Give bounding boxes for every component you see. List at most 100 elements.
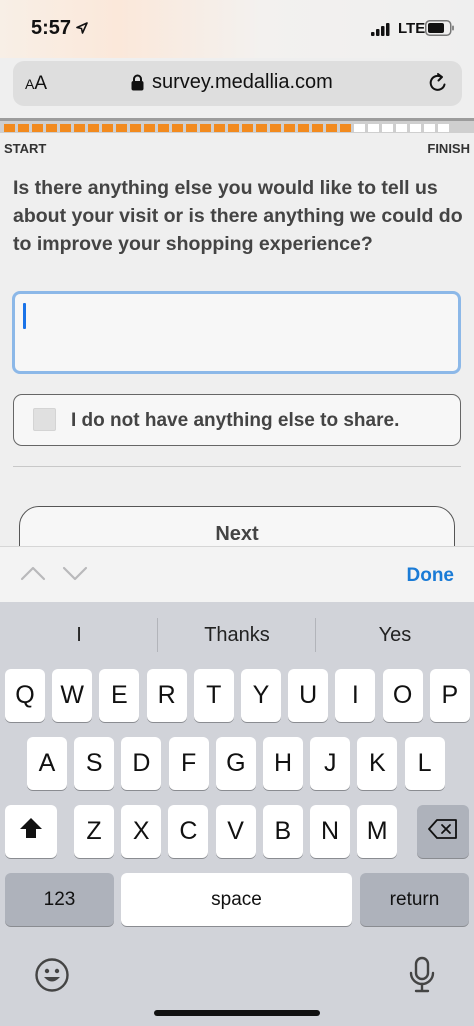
key-a[interactable]: A bbox=[27, 737, 67, 790]
progress-segment-complete bbox=[284, 124, 295, 132]
done-button[interactable]: Done bbox=[407, 565, 455, 587]
key-d[interactable]: D bbox=[121, 737, 162, 790]
key-t[interactable]: T bbox=[193, 669, 234, 722]
progress-segment-complete bbox=[200, 124, 211, 132]
address-bar[interactable]: A A survey.medallia.com bbox=[13, 61, 462, 106]
key-n[interactable]: N bbox=[310, 805, 350, 858]
backspace-key[interactable] bbox=[417, 805, 469, 858]
location-arrow-icon bbox=[76, 21, 88, 39]
progress-segment-complete bbox=[116, 124, 127, 132]
progress-segment-complete bbox=[340, 124, 351, 132]
progress-start-label: START bbox=[4, 141, 47, 156]
keyboard: I Thanks Yes 123 space return Q W E R T … bbox=[0, 602, 474, 1026]
key-b[interactable]: B bbox=[262, 805, 303, 858]
key-f[interactable]: F bbox=[168, 737, 209, 790]
key-g[interactable]: G bbox=[215, 737, 256, 790]
opt-out-checkbox[interactable] bbox=[33, 408, 56, 431]
numbers-key[interactable]: 123 bbox=[5, 873, 114, 926]
progress-segment-remaining bbox=[396, 124, 407, 132]
shift-icon bbox=[19, 817, 43, 846]
home-indicator bbox=[154, 1010, 320, 1016]
progress-segment-remaining bbox=[382, 124, 393, 132]
key-v[interactable]: V bbox=[215, 805, 256, 858]
microphone-icon[interactable] bbox=[408, 956, 436, 999]
battery-icon bbox=[425, 20, 455, 41]
key-p[interactable]: P bbox=[429, 669, 470, 722]
key-x[interactable]: X bbox=[121, 805, 162, 858]
key-q[interactable]: Q bbox=[5, 669, 45, 722]
progress-segment-complete bbox=[46, 124, 57, 132]
progress-segment-remaining bbox=[368, 124, 379, 132]
emoji-icon[interactable] bbox=[34, 957, 70, 998]
signal-icon bbox=[371, 23, 391, 41]
progress-finish-label: FINISH bbox=[427, 141, 470, 156]
keyboard-accessory-bar: Done bbox=[0, 546, 474, 602]
opt-out-option[interactable]: I do not have anything else to share. bbox=[13, 394, 461, 446]
progress-segment-complete bbox=[172, 124, 183, 132]
key-c[interactable]: C bbox=[168, 805, 209, 858]
progress-segment-complete bbox=[18, 124, 29, 132]
progress-segment-complete bbox=[158, 124, 169, 132]
key-w[interactable]: W bbox=[52, 669, 93, 722]
progress-segment-complete bbox=[144, 124, 155, 132]
progress-segment-complete bbox=[312, 124, 323, 132]
key-e[interactable]: E bbox=[99, 669, 140, 722]
backspace-icon bbox=[428, 817, 458, 846]
opt-out-label: I do not have anything else to share. bbox=[71, 410, 400, 431]
return-key[interactable]: return bbox=[360, 873, 469, 926]
key-u[interactable]: U bbox=[288, 669, 329, 722]
suggestion-item[interactable]: Yes bbox=[316, 624, 474, 647]
progress-segment-complete bbox=[74, 124, 85, 132]
progress-segment-complete bbox=[88, 124, 99, 132]
progress-segment-remaining bbox=[354, 124, 365, 132]
status-bar: 5:57 LTE bbox=[0, 0, 474, 58]
url-text[interactable]: survey.medallia.com bbox=[152, 71, 333, 94]
network-type: LTE bbox=[398, 20, 426, 37]
progress-segment-complete bbox=[256, 124, 267, 132]
progress-segment-remaining bbox=[410, 124, 421, 132]
lock-icon bbox=[131, 74, 144, 96]
text-cursor bbox=[23, 303, 26, 329]
key-z[interactable]: Z bbox=[74, 805, 114, 858]
text-size-button[interactable]: A A bbox=[25, 61, 65, 106]
suggestion-item[interactable]: Thanks bbox=[158, 624, 316, 647]
progress-segment-complete bbox=[130, 124, 141, 132]
progress-segment-remaining bbox=[438, 124, 449, 132]
progress-segment-complete bbox=[298, 124, 309, 132]
survey-question: Is there anything else you would like to… bbox=[13, 177, 463, 255]
progress-segment-complete bbox=[270, 124, 281, 132]
status-time: 5:57 bbox=[31, 17, 72, 39]
answer-textarea[interactable] bbox=[12, 291, 461, 374]
text-size-large-label: A bbox=[34, 73, 48, 94]
progress-segment-remaining bbox=[424, 124, 435, 132]
space-key[interactable]: space bbox=[121, 873, 352, 926]
shift-key[interactable] bbox=[5, 805, 57, 858]
reload-icon[interactable] bbox=[427, 72, 449, 99]
key-i[interactable]: I bbox=[335, 669, 376, 722]
key-r[interactable]: R bbox=[146, 669, 187, 722]
chevron-down-icon[interactable] bbox=[62, 565, 88, 586]
progress-segment-complete bbox=[214, 124, 225, 132]
key-k[interactable]: K bbox=[357, 737, 398, 790]
text-size-small-label: A bbox=[25, 76, 35, 92]
key-h[interactable]: H bbox=[263, 737, 303, 790]
progress-segment-complete bbox=[32, 124, 43, 132]
progress-segment-complete bbox=[326, 124, 337, 132]
key-o[interactable]: O bbox=[382, 669, 423, 722]
progress-segment-complete bbox=[242, 124, 253, 132]
survey-progress-bar bbox=[4, 124, 449, 132]
key-m[interactable]: M bbox=[357, 805, 398, 858]
progress-segment-complete bbox=[186, 124, 197, 132]
divider bbox=[13, 466, 461, 467]
suggestion-item[interactable]: I bbox=[0, 624, 158, 647]
key-j[interactable]: J bbox=[310, 737, 351, 790]
progress-segment-complete bbox=[228, 124, 239, 132]
key-y[interactable]: Y bbox=[241, 669, 281, 722]
chevron-up-icon[interactable] bbox=[20, 565, 46, 586]
suggestion-bar: I Thanks Yes bbox=[0, 602, 474, 662]
progress-segment-complete bbox=[60, 124, 71, 132]
key-s[interactable]: S bbox=[74, 737, 115, 790]
progress-segment-complete bbox=[4, 124, 15, 132]
progress-segment-complete bbox=[102, 124, 113, 132]
key-l[interactable]: L bbox=[404, 737, 445, 790]
